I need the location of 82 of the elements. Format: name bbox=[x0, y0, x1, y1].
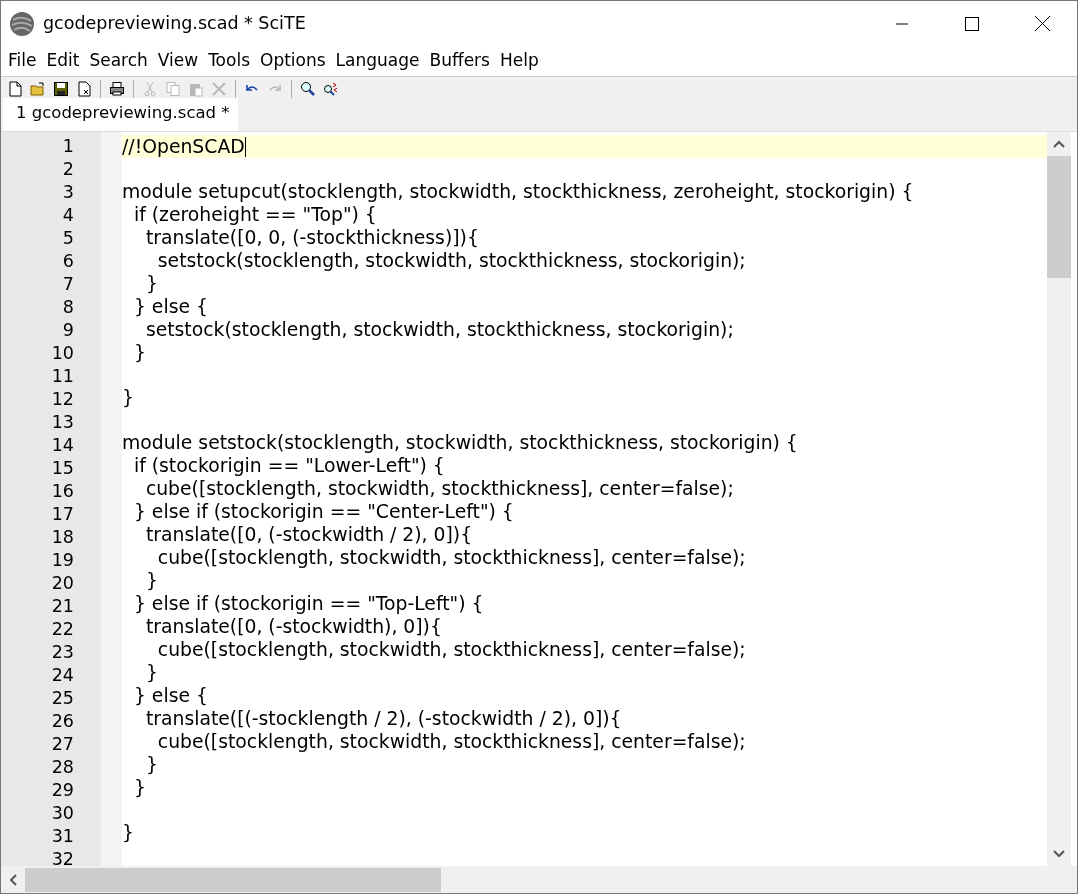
code-line: } bbox=[132, 776, 146, 799]
line-number: 14 bbox=[50, 434, 75, 457]
code-line: } else { bbox=[132, 684, 208, 707]
code-line: } bbox=[122, 821, 134, 844]
code-line: cube([stocklength, stockwidth, stockthickness], center=false); bbox=[156, 730, 746, 753]
code-line: } bbox=[132, 341, 146, 364]
code-line: translate([0, (-stockwidth), 0]){ bbox=[144, 615, 442, 638]
menu-item[interactable]: Help bbox=[495, 48, 544, 74]
code-line: cube([stocklength, stockwidth, stockthickness], center=false); bbox=[156, 546, 746, 569]
line-number: 15 bbox=[50, 457, 75, 480]
line-number: 5 bbox=[61, 227, 75, 250]
code-line: translate([0, 0, (-stockthickness)]){ bbox=[144, 226, 479, 249]
menu-item[interactable]: Tools bbox=[203, 48, 255, 74]
code-line: setstock(stocklength, stockwidth, stockthickness, stockorigin); bbox=[144, 318, 734, 341]
maximize-icon bbox=[965, 16, 979, 31]
menu-item[interactable]: File bbox=[3, 48, 42, 74]
line-number: 16 bbox=[50, 480, 75, 503]
scroll-up-icon[interactable] bbox=[1053, 140, 1065, 148]
window-title: gcodepreviewing.scad * SciTE bbox=[43, 12, 306, 36]
code-line: translate([0, (-stockwidth / 2), 0]){ bbox=[144, 523, 473, 546]
scroll-down-icon[interactable] bbox=[1053, 850, 1065, 858]
line-number: 13 bbox=[50, 411, 75, 434]
line-number: 29 bbox=[50, 779, 75, 802]
menu-item[interactable]: Options bbox=[255, 48, 331, 74]
menu-item[interactable]: Buffers bbox=[424, 48, 495, 74]
close-icon bbox=[1034, 16, 1050, 31]
code-line: } else if (stockorigin == "Top-Left") { bbox=[132, 592, 484, 615]
line-number: 28 bbox=[50, 756, 75, 779]
code-line: } bbox=[144, 753, 158, 776]
line-number: 26 bbox=[50, 710, 75, 733]
code-line: if (zeroheight == "Top") { bbox=[132, 203, 377, 226]
line-number: 7 bbox=[61, 273, 75, 296]
code-line: } bbox=[144, 569, 158, 592]
code-line: } bbox=[122, 386, 134, 409]
line-number: 6 bbox=[61, 250, 75, 273]
code-line: } else { bbox=[132, 295, 208, 318]
line-number: 27 bbox=[50, 733, 75, 756]
scroll-thumb[interactable] bbox=[25, 867, 441, 892]
scroll-thumb[interactable] bbox=[1047, 156, 1071, 278]
scroll-left-icon[interactable] bbox=[9, 873, 17, 886]
file-tab[interactable]: 1 gcodepreviewing.scad * bbox=[3, 98, 238, 131]
line-number: 3 bbox=[61, 181, 75, 204]
line-number: 8 bbox=[61, 296, 75, 319]
line-number: 24 bbox=[50, 664, 75, 687]
code-line: cube([stocklength, stockwidth, stockthickness], center=false); bbox=[144, 477, 734, 500]
menu-item[interactable]: Search bbox=[84, 48, 153, 74]
code-line: if (stockorigin == "Lower-Left") { bbox=[132, 454, 445, 477]
line-number: 10 bbox=[50, 342, 75, 365]
line-number: 32 bbox=[50, 848, 75, 871]
app-icon bbox=[9, 10, 35, 37]
code-line: //!OpenSCAD bbox=[122, 135, 245, 158]
line-number: 25 bbox=[50, 687, 75, 710]
line-number: 19 bbox=[50, 549, 75, 572]
line-number: 21 bbox=[50, 595, 75, 618]
line-number: 1 bbox=[61, 135, 75, 158]
line-number: 18 bbox=[50, 526, 75, 549]
code-line: } else if (stockorigin == "Center-Left") { bbox=[132, 500, 514, 523]
minimize-icon bbox=[896, 22, 908, 25]
line-number: 2 bbox=[61, 158, 75, 181]
text-caret bbox=[244, 136, 246, 157]
line-number: 31 bbox=[50, 825, 75, 848]
menu-item[interactable]: Language bbox=[330, 48, 425, 74]
line-number: 11 bbox=[50, 365, 75, 388]
line-number: 12 bbox=[50, 388, 75, 411]
vertical-scrollbar[interactable] bbox=[1047, 132, 1071, 866]
horizontal-scrollbar[interactable] bbox=[1, 866, 1077, 893]
code-line: translate([(-stocklength / 2), (-stockwidth / 2), 0]){ bbox=[144, 707, 622, 730]
menu-item[interactable]: Edit bbox=[41, 48, 85, 74]
code-line: setstock(stocklength, stockwidth, stockthickness, stockorigin); bbox=[156, 249, 746, 272]
line-number: 4 bbox=[61, 204, 75, 227]
line-number: 22 bbox=[50, 618, 75, 641]
line-number: 23 bbox=[50, 641, 75, 664]
line-number: 9 bbox=[61, 319, 75, 342]
line-number: 30 bbox=[50, 802, 75, 825]
menu-item[interactable]: View bbox=[152, 48, 204, 74]
code-line: cube([stocklength, stockwidth, stockthickness], center=false); bbox=[156, 638, 746, 661]
code-line: module setstock(stocklength, stockwidth, stockthickness, stockorigin) { bbox=[122, 431, 798, 454]
code-line: module setupcut(stocklength, stockwidth, stockthickness, zeroheight, stockorigin) { bbox=[122, 180, 914, 203]
line-number: 17 bbox=[50, 503, 75, 526]
code-line: } bbox=[144, 272, 158, 295]
line-number: 20 bbox=[50, 572, 75, 595]
code-line: } bbox=[144, 661, 158, 684]
